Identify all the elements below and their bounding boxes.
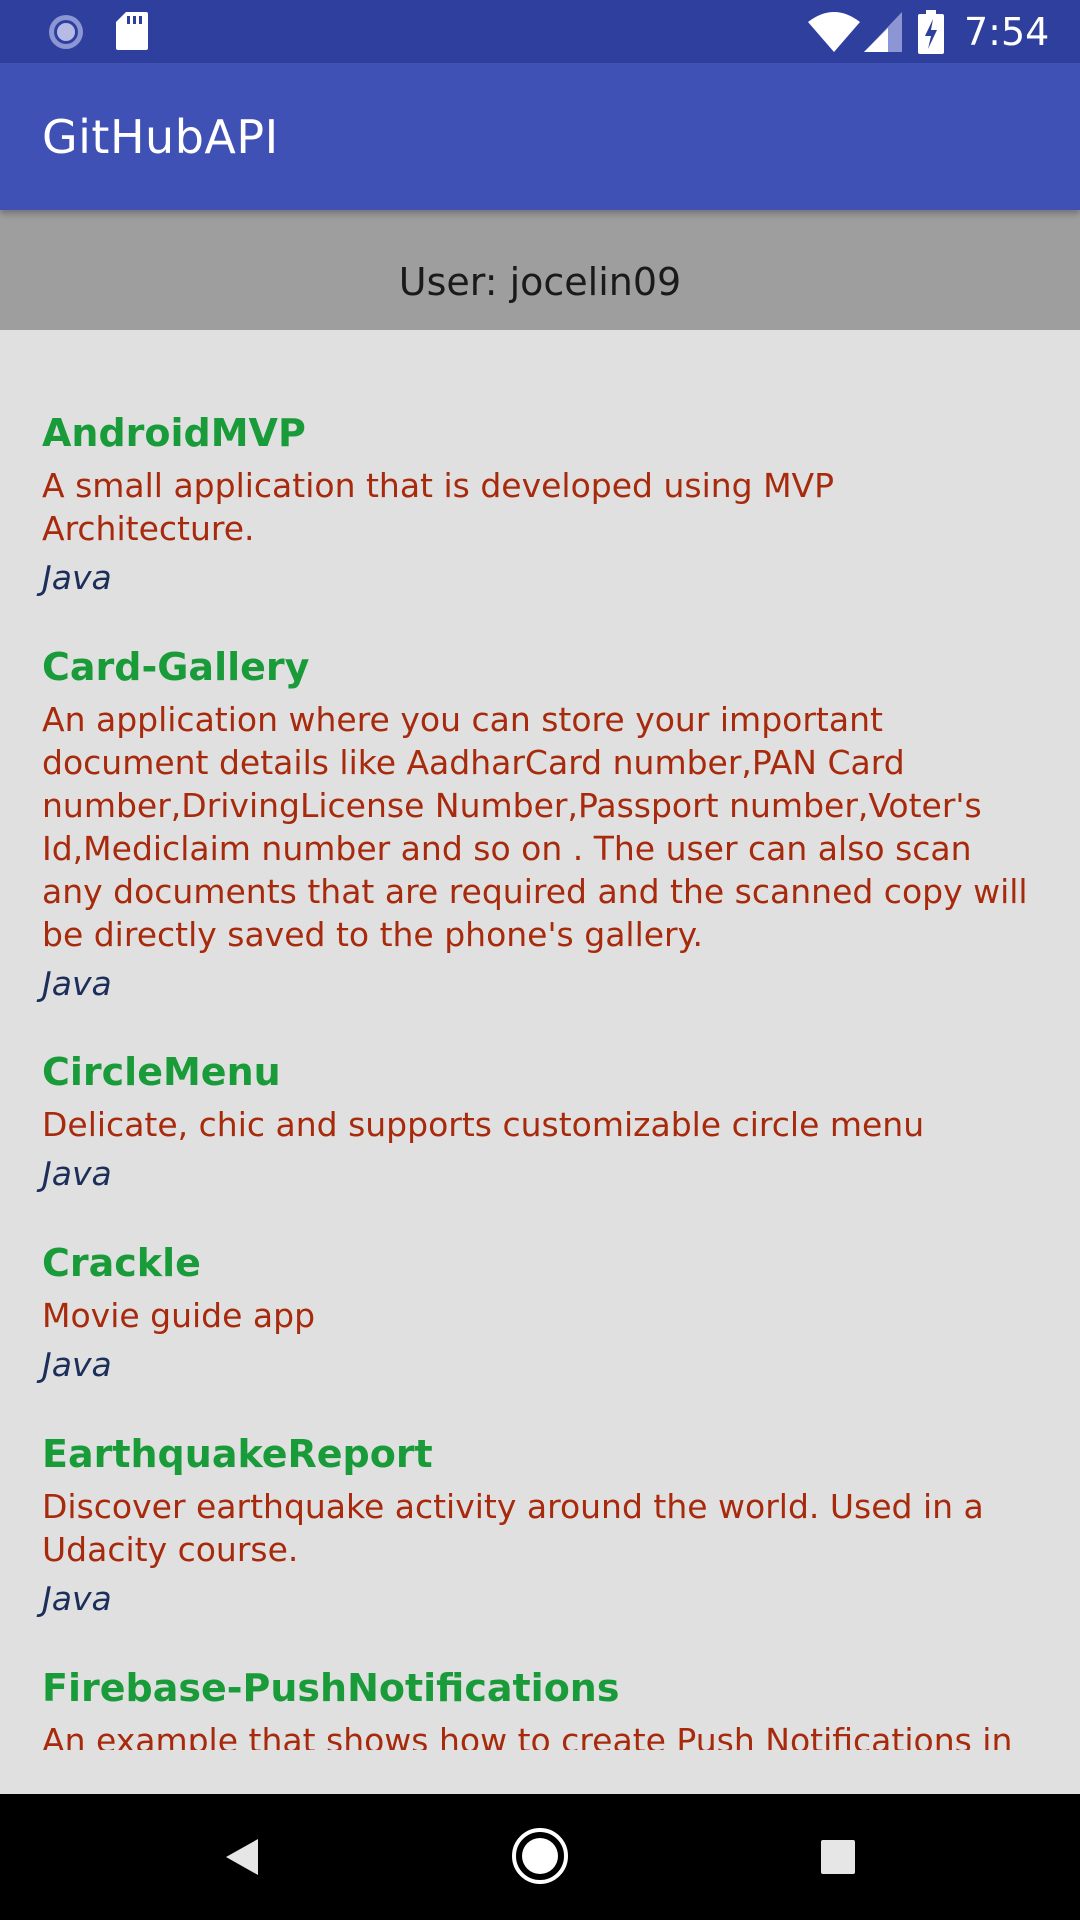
repo-name: Card-Gallery xyxy=(42,645,310,689)
user-label: User: jocelin09 xyxy=(398,260,682,304)
list-item[interactable]: EarthquakeReport Discover earthquake act… xyxy=(42,1431,1042,1619)
repo-description: A small application that is developed us… xyxy=(42,466,835,548)
user-header: User: jocelin09 xyxy=(0,210,1080,330)
status-bar: 7:54 xyxy=(0,0,1080,63)
navigation-bar xyxy=(0,1794,1080,1920)
repo-description: Movie guide app xyxy=(42,1296,316,1335)
list-item[interactable]: Card-Gallery An application where you ca… xyxy=(42,644,1042,1004)
back-icon[interactable] xyxy=(212,1827,272,1887)
repo-name: Firebase-PushNotifications xyxy=(42,1666,620,1710)
wifi-icon xyxy=(808,12,860,56)
list-item[interactable]: Crackle Movie guide app Java xyxy=(42,1240,1042,1385)
repo-language: Java xyxy=(42,1154,112,1193)
sd-card-icon xyxy=(116,12,148,54)
signal-icon xyxy=(864,12,902,56)
app-title: GitHubAPI xyxy=(42,110,279,164)
status-time: 7:54 xyxy=(964,10,1050,54)
repo-language: Java xyxy=(42,1579,112,1618)
repo-description: Discover earthquake activity around the … xyxy=(42,1487,984,1569)
repo-name: CircleMenu xyxy=(42,1050,281,1094)
repo-language: Java xyxy=(42,1345,112,1384)
recents-icon[interactable] xyxy=(808,1827,868,1887)
repo-name: AndroidMVP xyxy=(42,411,306,455)
list-item[interactable]: CircleMenu Delicate, chic and supports c… xyxy=(42,1049,1042,1194)
repo-list[interactable]: AndroidMVP A small application that is d… xyxy=(0,330,1080,1750)
app-bar: GitHubAPI xyxy=(0,63,1080,210)
repo-name: Crackle xyxy=(42,1241,201,1285)
home-icon[interactable] xyxy=(508,1824,572,1888)
repo-name: EarthquakeReport xyxy=(42,1432,433,1476)
repo-description: An example that shows how to create Push… xyxy=(42,1721,1013,1750)
battery-charging-icon xyxy=(918,10,944,58)
list-item[interactable]: AndroidMVP A small application that is d… xyxy=(42,410,1042,598)
repo-description: Delicate, chic and supports customizable… xyxy=(42,1105,925,1144)
repo-language: Java xyxy=(42,964,112,1003)
repo-description: An application where you can store your … xyxy=(42,700,1028,954)
sync-icon xyxy=(46,12,86,56)
repo-language: Java xyxy=(42,558,112,597)
list-item[interactable]: Firebase-PushNotifications An example th… xyxy=(42,1665,1042,1750)
